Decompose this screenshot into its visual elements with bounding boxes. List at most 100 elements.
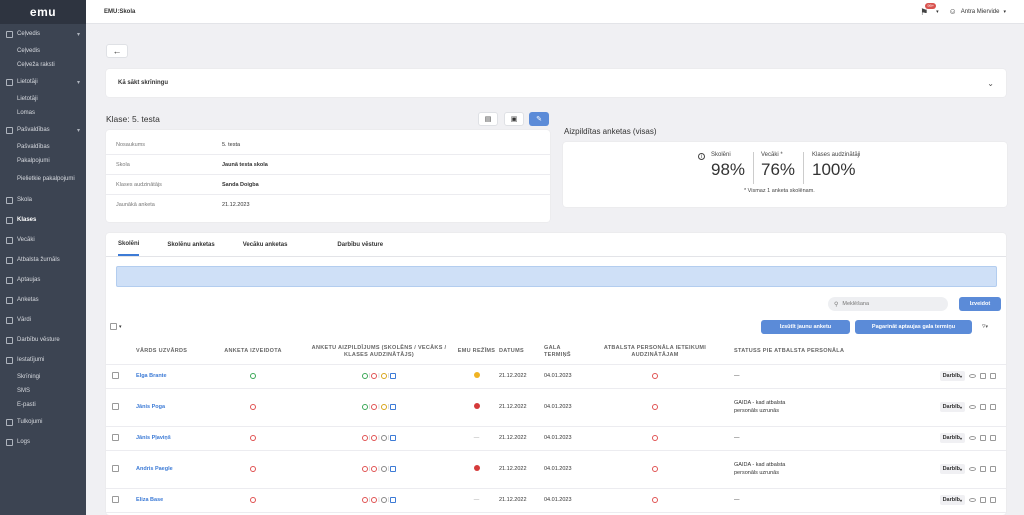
edit-icon[interactable] [980,434,986,441]
sidebar-item-13[interactable]: Logs [0,432,86,452]
row-status: GAIDA - kad atbalsta personāls uzrunās [734,400,786,414]
chevron-down-icon[interactable]: ▾ [1003,9,1006,15]
alert-circle-icon [371,434,378,441]
emu-logo[interactable]: emu [0,0,86,24]
trash-icon[interactable] [990,434,996,441]
edit-icon[interactable] [980,403,986,410]
eye-icon[interactable] [969,466,976,471]
eye-icon[interactable] [969,435,976,440]
detail-value[interactable]: Jaunā testa skola [222,162,268,168]
row-checkbox[interactable] [111,495,119,503]
row-checkbox[interactable] [111,464,119,472]
sidebar-item-3[interactable]: Skola [0,190,86,210]
sidebar-item-11[interactable]: Iestatījumi [0,350,86,370]
col-name[interactable]: Vārds uzvārds [124,340,202,365]
col-support[interactable]: Atbalsta personāla ieteikumi audzinātāja… [586,340,724,365]
trash-icon[interactable] [990,496,996,503]
sidebar-item-9[interactable]: Vārdi [0,310,86,330]
search-box[interactable]: ⚲ [828,297,948,311]
edit-icon[interactable] [390,372,397,379]
chevron-down-icon[interactable]: ▾ [936,9,939,15]
col-date[interactable]: Datums [499,340,544,365]
create-button[interactable]: Izveidot [959,297,1001,311]
sidebar-subitem[interactable]: Pašvaldības [0,140,86,154]
sidebar-item-0[interactable]: Ceļvedis ▾ [0,24,86,44]
stat-label: Skolēni [711,152,731,158]
actions-dropdown[interactable]: Darbīb ▾ [939,433,965,443]
col-created[interactable]: Anketa izveidota [202,340,304,365]
trash-icon[interactable] [990,465,996,472]
sidebar-subitem[interactable]: Skrīningi [0,370,86,384]
row-checkbox[interactable] [111,402,119,410]
actions-dropdown[interactable]: Darbīb ▾ [939,371,965,381]
select-all-checkbox[interactable] [110,323,117,330]
sidebar-item-8[interactable]: Anketas [0,290,86,310]
actions-dropdown[interactable]: Darbīb ▾ [939,464,965,474]
sidebar-item-6[interactable]: Atbalsta žurnāls [0,250,86,270]
eye-icon[interactable] [969,404,976,409]
sidebar-item-5[interactable]: Vecāki [0,230,86,250]
sidebar-subitem[interactable]: Ceļvedis [0,44,86,58]
sidebar-subitem[interactable]: SMS [0,384,86,398]
eye-icon[interactable] [969,373,976,378]
student-name[interactable]: Elga Brante [136,373,167,379]
select-all[interactable]: ▾ [110,323,122,330]
bell-icon[interactable]: ⚑ 99+ [920,2,937,17]
search-input[interactable] [842,301,938,307]
edit-button[interactable]: ✎ [529,112,549,126]
student-name[interactable]: Andris Paegle [136,466,173,472]
sidebar-subitem[interactable]: E-pasti [0,398,86,412]
student-name[interactable]: Jānis Poga [136,404,165,410]
sidebar-item-12[interactable]: Tulkojumi [0,412,86,432]
user-name[interactable]: Antra Miervide [961,9,1000,15]
col-due[interactable]: Gala termiņš [544,340,586,365]
trash-icon[interactable] [990,403,996,410]
sidebar-item-1[interactable]: Lietotāji ▾ [0,72,86,92]
edit-icon[interactable] [390,434,397,441]
sidebar-subitem[interactable]: Lietotāji [0,92,86,106]
detail-value[interactable]: Sanda Doigba [222,182,259,188]
delete-button[interactable]: ▣ [504,112,524,126]
sidebar-item-label: Lietotāji [17,79,38,85]
nav-item-icon [6,356,13,364]
edit-icon[interactable] [390,465,397,472]
tab-students[interactable]: Skolēni [118,233,140,256]
sidebar-subitem[interactable]: Pielietkie pakalpojumi [0,168,86,190]
sidebar-item-4[interactable]: Klases [0,210,86,230]
actions-dropdown[interactable]: Darbīb ▾ [939,402,965,412]
tab-student-surveys[interactable]: Skolēnu anketas [167,233,214,256]
back-button[interactable]: ← [106,44,128,58]
sidebar-subitem[interactable]: Lomas [0,106,86,120]
sidebar-subitem[interactable]: Ceļveža raksti [0,58,86,72]
extend-deadline-button[interactable]: Pagarināt aptaujas gala termiņu [855,320,972,334]
send-survey-button[interactable]: Izsūtīt jaunu anketu [761,320,850,334]
col-mode[interactable]: EMU režīms [454,340,499,365]
sidebar-subitem[interactable]: Pakalpojumi [0,154,86,168]
sidebar-item-7[interactable]: Aptaujas [0,270,86,290]
edit-icon[interactable] [390,496,397,503]
chevron-down-icon[interactable]: ▾ [119,324,122,330]
user-icon[interactable]: ☺ [949,7,957,16]
student-name[interactable]: Eliza Base [136,497,163,503]
trash-icon[interactable] [990,372,996,379]
row-checkbox[interactable] [111,371,119,379]
student-name[interactable]: Jānis Pļaviņš [136,435,171,441]
tab-parent-surveys[interactable]: Vecāku anketas [243,233,288,256]
row-checkbox[interactable] [111,433,119,441]
edit-icon[interactable] [980,465,986,472]
col-fill[interactable]: Anketu aizpildījums (skolēns / vecāks / … [304,340,454,365]
filter-dropdown[interactable]: ▿▾ [982,322,988,330]
sidebar-item-2[interactable]: Pašvaldības ▾ [0,120,86,140]
archive-button[interactable]: ▤ [478,112,498,126]
edit-icon[interactable] [980,496,986,503]
tab-history[interactable]: Darbību vēsture [337,233,383,256]
actions-dropdown[interactable]: Darbīb ▾ [939,495,965,505]
edit-icon[interactable] [980,372,986,379]
separator: | [387,373,390,380]
eye-icon[interactable] [969,497,976,502]
col-status[interactable]: Statuss pie atbalsta personāla [724,340,854,365]
chevron-down-icon: ▾ [985,324,989,330]
guide-accordion[interactable]: Kā sākt skrīningu ⌄ [106,69,1006,97]
sidebar-item-10[interactable]: Darbību vēsture [0,330,86,350]
edit-icon[interactable] [390,403,397,410]
